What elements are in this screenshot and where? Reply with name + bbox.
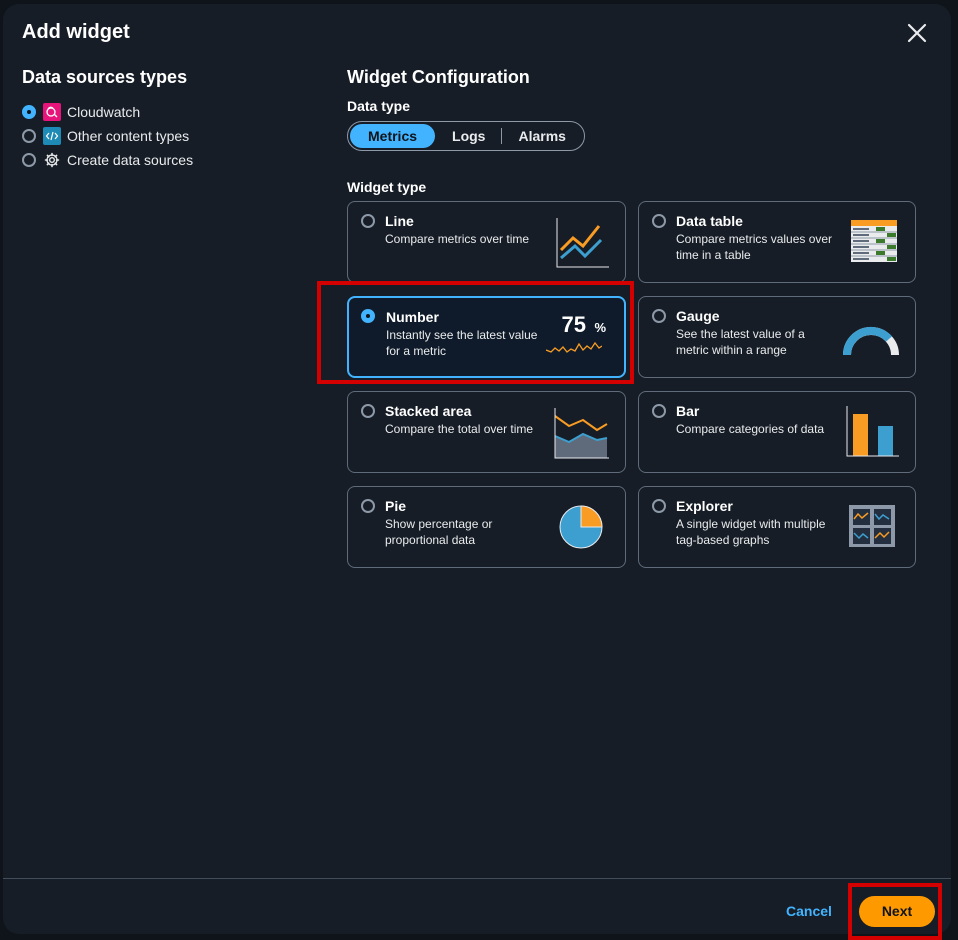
widget-type-grid: Line Compare metrics over time Data tabl… [347,201,916,568]
widget-config-heading: Widget Configuration [347,67,530,87]
data-source-label: Create data sources [67,152,194,168]
radio-button[interactable] [652,214,666,228]
cancel-button[interactable]: Cancel [786,903,832,919]
widget-card-description: Compare the total over time [385,422,534,436]
number-preview-unit: % [594,320,606,335]
widget-card-gauge[interactable]: Gauge See the latest value of a metric w… [638,296,916,378]
radio-button[interactable] [361,499,375,513]
widget-card-title: Number [386,309,439,325]
data-table-icon [851,220,897,262]
widget-card-title: Gauge [676,308,720,324]
data-type-segmented-control: Metrics Logs Alarms [347,121,585,151]
widget-card-description: Compare metrics over time [385,232,530,246]
cloudwatch-icon [43,103,61,121]
widget-card-bar[interactable]: Bar Compare categories of data [638,391,916,473]
widget-card-title: Line [385,213,414,229]
radio-button[interactable] [652,499,666,513]
radio-button[interactable] [652,404,666,418]
widget-card-description: A single widget with multiple tag-based … [676,517,826,547]
radio-button[interactable] [22,153,36,167]
close-icon[interactable] [906,22,928,44]
number-preview-value: 75 [561,312,586,337]
number-icon: 75 % [546,312,606,356]
widget-card-pie[interactable]: Pie Show percentage or proportional data [347,486,626,568]
gauge-icon [842,326,899,356]
stacked-area-icon [554,408,609,459]
widget-card-explorer[interactable]: Explorer A single widget with multiple t… [638,486,916,568]
widget-configuration-panel: Widget Configuration Data type Metrics L… [347,67,922,568]
gear-icon [43,151,61,169]
widget-card-description: Compare metrics values over time in a ta… [676,232,833,262]
add-widget-modal: Add widget Data sources types Cloudwatch [3,4,951,934]
bar-chart-icon [846,406,899,457]
widget-card-description: Instantly see the latest value for a met… [386,328,538,358]
widget-card-title: Data table [676,213,743,229]
widget-card-title: Pie [385,498,407,514]
radio-button[interactable] [652,309,666,323]
radio-button[interactable] [22,105,36,119]
segment-logs[interactable]: Logs [436,124,501,148]
footer-divider [3,878,951,879]
widget-card-data-table[interactable]: Data table Compare metrics values over t… [638,201,916,283]
code-icon [43,127,61,145]
data-source-create[interactable]: Create data sources [22,148,322,172]
data-source-label: Other content types [67,128,190,144]
line-chart-icon [556,218,609,268]
data-sources-panel: Data sources types Cloudwatch Other cont… [22,67,322,172]
widget-card-number[interactable]: Number Instantly see the latest value fo… [347,296,626,378]
widget-card-title: Explorer [676,498,733,514]
pie-chart-icon [559,505,603,549]
widget-card-description: See the latest value of a metric within … [676,327,805,357]
widget-type-label: Widget type [347,179,427,195]
widget-card-description: Compare categories of data [676,422,825,436]
data-sources-heading: Data sources types [22,67,188,87]
widget-card-title: Bar [676,403,700,419]
data-source-cloudwatch[interactable]: Cloudwatch [22,100,322,124]
widget-card-description: Show percentage or proportional data [385,517,493,547]
radio-button[interactable] [22,129,36,143]
radio-button[interactable] [361,309,375,323]
radio-button[interactable] [361,404,375,418]
radio-button[interactable] [361,214,375,228]
widget-card-title: Stacked area [385,403,472,419]
data-source-label: Cloudwatch [67,104,141,120]
widget-card-stacked-area[interactable]: Stacked area Compare the total over time [347,391,626,473]
data-source-other-content[interactable]: Other content types [22,124,322,148]
modal-title: Add widget [22,21,130,43]
widget-card-line[interactable]: Line Compare metrics over time [347,201,626,283]
segment-alarms[interactable]: Alarms [502,124,581,148]
sparkline-icon [546,341,602,353]
explorer-icon [849,505,895,547]
next-button[interactable]: Next [859,896,935,927]
segment-metrics[interactable]: Metrics [350,124,436,148]
data-type-label: Data type [347,98,411,114]
